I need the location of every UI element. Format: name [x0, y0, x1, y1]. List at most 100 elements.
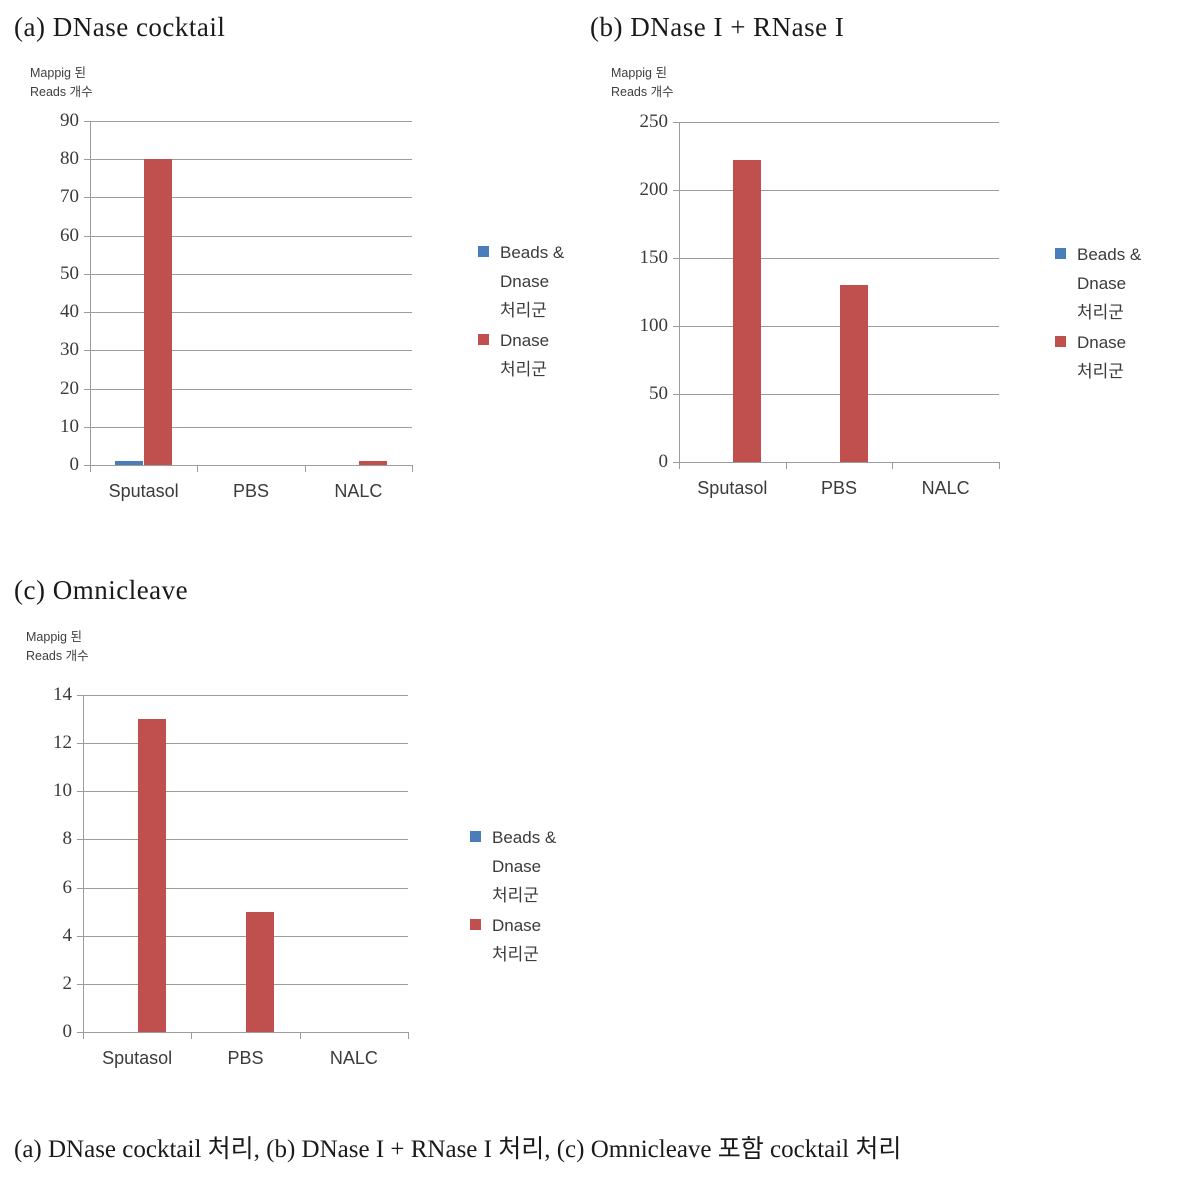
- x-axis-tick: [412, 465, 413, 472]
- gridline: [90, 312, 412, 314]
- y-axis-tick-label: 50: [649, 383, 668, 404]
- y-axis-tick-label: 10: [53, 780, 72, 802]
- gridline: [90, 350, 412, 352]
- chart-c-legend: Beads & Dnase 처리군 Dnase 처리군: [470, 823, 556, 969]
- gridline: [83, 887, 408, 889]
- chart-c-axis-caption: Mappig 된 Reads 개수: [26, 628, 89, 667]
- gridline: [679, 122, 999, 123]
- x-axis-category-label: PBS: [227, 1048, 264, 1068]
- y-axis-tick: [77, 887, 83, 889]
- x-axis-category-label: NALC: [329, 1048, 378, 1068]
- y-axis-tick-label: 20: [60, 377, 79, 399]
- x-axis-category-label: Sputasol: [108, 481, 179, 501]
- y-axis-tick-label: 0: [62, 1021, 73, 1042]
- x-axis-category-label: Sputasol: [102, 1048, 173, 1068]
- bar-sputasol-series-2: [137, 719, 167, 1032]
- legend-entry[interactable]: Beads &: [478, 238, 564, 267]
- chart-c: Mappig 된 Reads 개수 0 2 4 6 8 10 12 14 Sputasol PBS…: [0, 560, 589, 1120]
- y-axis-tick: [673, 122, 679, 123]
- gridline: [679, 258, 999, 259]
- x-axis-category-label: NALC: [334, 481, 383, 501]
- bar-pbs-series-2: [246, 911, 275, 1032]
- gridline: [83, 695, 408, 696]
- legend-entry-label: Dnase: [492, 915, 542, 935]
- x-axis-category-label: PBS: [820, 478, 858, 498]
- chart-b-axis-caption-line2: Reads 개수: [611, 85, 674, 100]
- legend-entry-label: 처리군: [1077, 361, 1124, 381]
- y-axis-tick-label: 200: [639, 179, 669, 200]
- x-axis-tick: [83, 1032, 84, 1039]
- legend-entry[interactable]: Beads &: [1055, 240, 1141, 269]
- bar-sputasol-series-2: [144, 159, 173, 465]
- gridline: [90, 273, 412, 275]
- x-axis-tick: [191, 1032, 193, 1039]
- gridline: [83, 791, 408, 793]
- legend-swatch-icon: [1055, 248, 1066, 259]
- legend-swatch-icon: [470, 831, 481, 842]
- legend-entry-label: Beads &: [1077, 245, 1142, 264]
- chart-b-axis-caption-line1: Mappig 된: [611, 66, 667, 80]
- chart-a-plot-area: 0 10 20 30 40 50 60 70 80 90 Sputasol PBS NALC: [60, 110, 413, 501]
- y-axis-tick: [77, 839, 83, 841]
- x-axis-line: [679, 462, 999, 463]
- legend-swatch-icon: [478, 333, 489, 345]
- chart-b-legend: Beads & Dnase 처리군 Dnase 처리군: [1055, 240, 1141, 386]
- legend-entry-label: Beads &: [500, 243, 565, 262]
- y-axis-tick: [77, 743, 83, 745]
- legend-entry-label: Beads &: [492, 828, 557, 847]
- y-axis-tick: [84, 159, 90, 161]
- y-axis-tick-label: 100: [639, 315, 669, 336]
- gridline: [83, 743, 408, 745]
- y-axis-tick-label: 90: [60, 110, 79, 131]
- y-axis-tick-label: 10: [60, 415, 79, 437]
- gridline: [90, 159, 412, 161]
- y-axis-tick: [77, 935, 83, 937]
- y-axis-tick-label: 12: [53, 732, 72, 754]
- x-axis-tick: [892, 462, 894, 469]
- y-axis-tick-label: 0: [658, 451, 669, 472]
- y-axis-tick-label: 60: [60, 224, 79, 246]
- gridline: [90, 426, 412, 428]
- gridline: [90, 197, 412, 199]
- y-axis-tick: [84, 388, 90, 390]
- y-axis-tick: [84, 273, 90, 275]
- x-axis-category-label: PBS: [232, 481, 270, 501]
- x-axis-tick: [999, 462, 1000, 469]
- x-axis-tick: [304, 465, 306, 472]
- y-axis-tick-label: 0: [69, 454, 80, 475]
- chart-a-axis-caption-line2: Reads 개수: [30, 85, 93, 100]
- y-axis-tick-label: 4: [62, 924, 73, 946]
- chart-a: Mappig 된 Reads 개수 0 10 20 30 40 50 60 70 80 90 Spu…: [0, 0, 589, 520]
- gridline: [679, 190, 999, 191]
- bar-sputasol-series-1: [114, 461, 143, 465]
- y-axis-tick: [84, 350, 90, 352]
- legend-entry[interactable]: Dnase: [1055, 328, 1141, 357]
- legend-swatch-icon: [478, 246, 489, 257]
- legend-entry-label: Dnase: [1077, 274, 1127, 294]
- x-axis-tick: [197, 465, 199, 472]
- figure-caption: (a) DNase cocktail 처리, (b) DNase I + RNa…: [14, 1136, 902, 1163]
- x-axis-category-label: NALC: [921, 478, 970, 498]
- x-axis-line: [83, 1032, 408, 1033]
- legend-entry-label: 처리군: [500, 301, 547, 321]
- y-axis-tick-label: 2: [62, 972, 73, 994]
- y-axis-tick: [77, 791, 83, 793]
- gridline: [90, 121, 412, 122]
- chart-c-axis-caption-line1: Mappig 된: [26, 630, 82, 644]
- y-axis-tick: [84, 312, 90, 314]
- gridline: [90, 235, 412, 237]
- legend-entry[interactable]: Dnase: [470, 911, 556, 940]
- chart-a-legend: Beads & Dnase 처리군 Dnase 처리군: [478, 238, 564, 384]
- chart-c-plot-area: 0 2 4 6 8 10 12 14 Sputasol PBS NALC: [53, 684, 409, 1068]
- y-axis-tick-label: 40: [60, 301, 79, 323]
- legend-entry-label: 처리군: [1077, 303, 1124, 323]
- bar-nalc-series-2: [359, 461, 388, 465]
- bar-pbs-series-2: [839, 285, 868, 462]
- legend-entry[interactable]: Beads &: [470, 823, 556, 852]
- y-axis-line: [679, 122, 680, 462]
- y-axis-line: [90, 121, 91, 465]
- legend-entry[interactable]: Dnase: [478, 326, 564, 355]
- y-axis-tick-label: 14: [53, 684, 72, 705]
- y-axis-tick-label: 6: [62, 876, 73, 898]
- legend-entry-label: 처리군: [500, 359, 547, 379]
